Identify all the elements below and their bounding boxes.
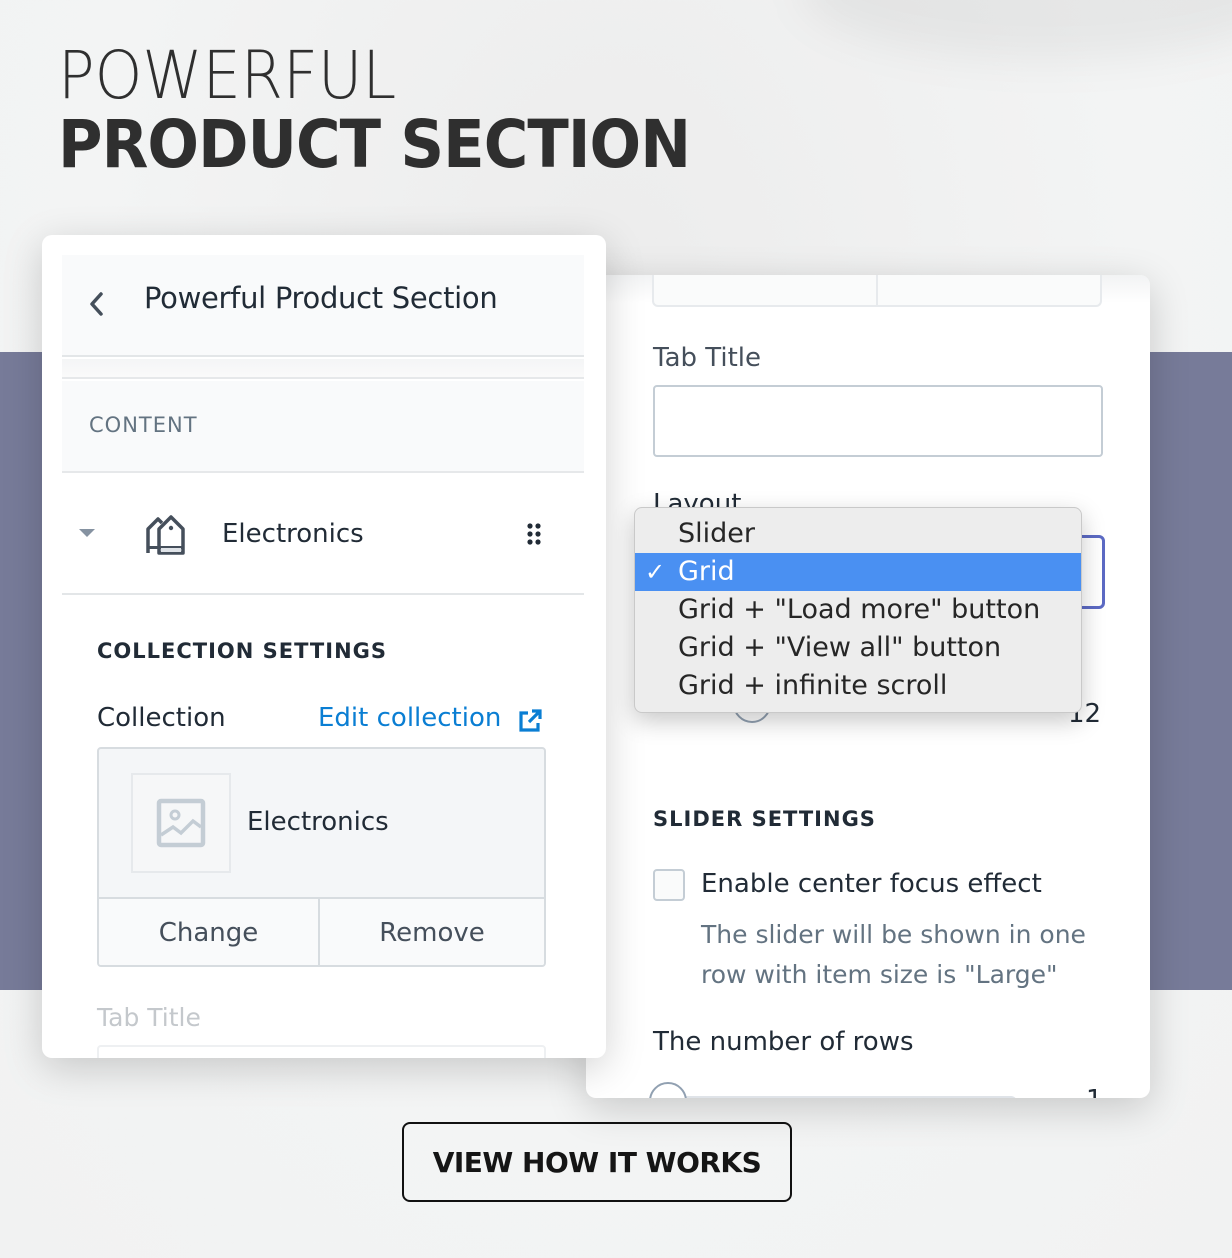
remove-button[interactable]: Remove: [320, 899, 544, 965]
background-glow: [800, 0, 1232, 60]
slider-thumb[interactable]: [649, 1082, 687, 1098]
chevron-left-icon[interactable]: [86, 289, 106, 319]
view-how-it-works-button[interactable]: VIEW HOW IT WORKS: [402, 1122, 792, 1202]
hero-title-bold: PRODUCT SECTION: [58, 106, 691, 183]
layout-option-label: Grid + infinite scroll: [678, 670, 948, 701]
change-button[interactable]: Change: [99, 899, 320, 965]
tab-title-label: Tab Title: [97, 1003, 201, 1032]
rows-slider[interactable]: [649, 1082, 1017, 1098]
rows-label: The number of rows: [653, 1027, 914, 1057]
checkmark-icon: ✓: [645, 558, 666, 586]
collection-actions: Change Remove: [99, 897, 544, 965]
content-section-header: CONTENT: [62, 381, 584, 473]
caret-down-icon[interactable]: [78, 527, 96, 539]
layout-option-label: Grid: [678, 556, 735, 587]
layout-dropdown-menu: Slider ✓ Grid Grid + "Load more" button Grid…: [634, 507, 1082, 713]
divider: [62, 359, 584, 379]
drag-handle-icon[interactable]: [526, 523, 542, 545]
layout-option[interactable]: ✓ Grid: [635, 553, 1081, 591]
rows-slider-value: 1: [1086, 1085, 1103, 1098]
layout-option[interactable]: Grid + "Load more" button: [635, 591, 1081, 629]
collection-thumbnail: [131, 773, 231, 873]
button-group-stub: [652, 275, 1102, 307]
layout-option-label: Slider: [678, 518, 755, 549]
block-item-electronics[interactable]: Electronics: [62, 475, 584, 595]
collection-label: Collection: [97, 703, 226, 733]
content-label: CONTENT: [89, 413, 198, 437]
collection-settings-heading: COLLECTION SETTINGS: [97, 639, 388, 663]
edit-collection-link[interactable]: Edit collection: [318, 703, 501, 733]
collection-tag-icon: [146, 515, 185, 555]
layout-option[interactable]: Grid + infinite scroll: [635, 667, 1081, 705]
panel-title: Powerful Product Section: [144, 281, 498, 315]
hero-title-light: POWERFUL: [58, 37, 397, 114]
collection-name: Electronics: [247, 807, 389, 837]
center-focus-label[interactable]: Enable center focus effect: [701, 869, 1042, 899]
panel-header: Powerful Product Section: [62, 255, 584, 357]
external-link-icon[interactable]: [516, 707, 544, 735]
settings-panel-left: Powerful Product Section CONTENT Electro…: [42, 235, 606, 1058]
slider-settings-heading: SLIDER SETTINGS: [653, 807, 876, 831]
center-focus-checkbox[interactable]: [653, 869, 685, 901]
tab-title-input[interactable]: [97, 1045, 546, 1058]
layout-option-label: Grid + "View all" button: [678, 632, 1002, 663]
cta-label: VIEW HOW IT WORKS: [432, 1145, 762, 1179]
slider-track[interactable]: [653, 1096, 1017, 1098]
block-item-label: Electronics: [222, 519, 364, 549]
layout-option[interactable]: Grid + "View all" button: [635, 629, 1081, 667]
center-focus-help-text: The slider will be shown in one row with…: [701, 920, 1086, 989]
tab-title-label: Tab Title: [653, 343, 761, 373]
image-placeholder-icon: [156, 798, 206, 848]
tab-title-input[interactable]: [653, 385, 1103, 457]
layout-option-label: Grid + "Load more" button: [678, 594, 1041, 625]
collection-card: Electronics Change Remove: [97, 747, 546, 967]
layout-option[interactable]: Slider: [635, 515, 1081, 553]
